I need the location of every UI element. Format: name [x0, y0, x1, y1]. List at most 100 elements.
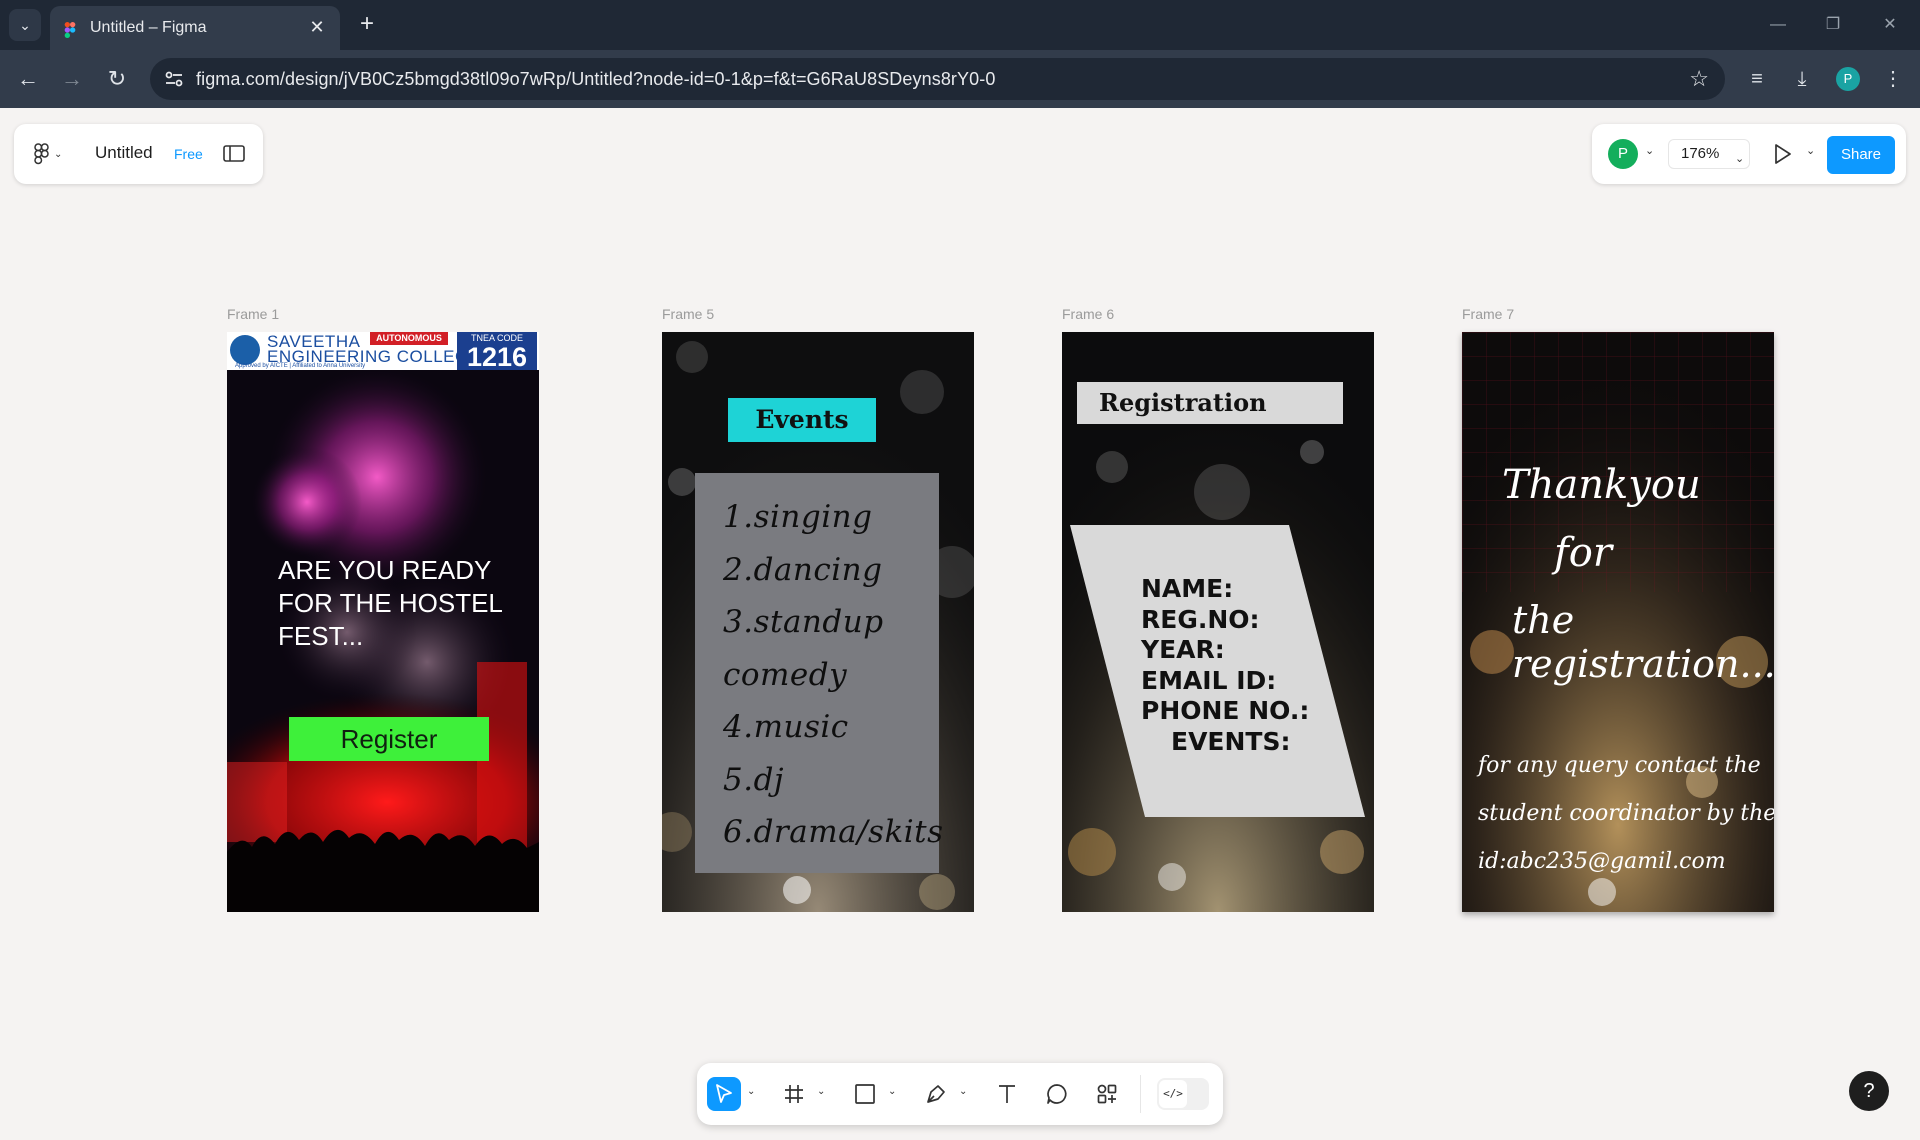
actions-tool-button[interactable]	[1090, 1077, 1124, 1111]
bookmark-star-icon[interactable]: ☆	[1689, 66, 1709, 92]
contact-line: id:abc235@gamil.com	[1478, 849, 1726, 874]
comment-bubble-icon	[1047, 1084, 1067, 1104]
chevron-down-icon[interactable]: ⌄	[959, 1086, 967, 1097]
back-arrow-icon[interactable]: ←	[12, 63, 44, 95]
new-tab-plus-icon[interactable]: +	[352, 10, 382, 40]
share-button[interactable]: Share	[1827, 136, 1895, 174]
comment-tool-button[interactable]	[1040, 1077, 1074, 1111]
event-item: 5.dj	[723, 761, 785, 798]
form-field-label: EVENTS:	[1171, 726, 1291, 756]
sidebar-toggle-icon[interactable]	[222, 143, 246, 165]
figma-main-menu[interactable]: ⌄	[34, 142, 74, 166]
browser-tab-bar: ⌄ Untitled – Figma ✕ + — ❐ ✕	[0, 0, 1920, 50]
cursor-arrow-icon	[716, 1084, 732, 1103]
contact-line: for any query contact the	[1478, 753, 1761, 778]
file-panel: ⌄ Untitled Free	[14, 124, 263, 184]
help-button[interactable]: ?	[1849, 1071, 1889, 1111]
move-tool-button[interactable]	[707, 1077, 741, 1111]
tnea-code: 1216	[466, 342, 528, 372]
events-list: 1.singing 2.dancing 3.standup comedy 4.m…	[723, 491, 944, 859]
tab-title: Untitled – Figma	[90, 19, 207, 36]
site-settings-icon[interactable]	[162, 67, 186, 91]
form-field-label: EMAIL ID:	[1141, 665, 1277, 695]
shape-tool-button[interactable]	[848, 1077, 882, 1111]
event-item: 3.standup	[723, 604, 884, 640]
components-grid-icon	[1097, 1084, 1117, 1104]
figma-favicon-icon	[64, 22, 76, 38]
frame-label[interactable]: Frame 5	[662, 306, 714, 322]
zoom-level: 176%	[1681, 145, 1720, 162]
headline-line: FOR THE HOSTEL	[278, 588, 503, 618]
frame-6-registration[interactable]: Registration NAME: REG.NO: YEAR: EMAIL I…	[1062, 332, 1374, 912]
close-tab-icon[interactable]: ✕	[306, 16, 328, 38]
event-item: 2.dancing	[723, 551, 883, 588]
frame-label[interactable]: Frame 6	[1062, 306, 1114, 322]
registration-title: Registration	[1077, 382, 1343, 424]
registration-fields: NAME: REG.NO: YEAR: EMAIL ID: PHONE NO.:…	[1141, 574, 1309, 757]
event-item: 1.singing	[723, 499, 873, 535]
thankyou-text: the registration....	[1512, 598, 1774, 686]
browser-profile-avatar[interactable]: P	[1836, 67, 1860, 91]
zoom-dropdown[interactable]: 176% ⌄	[1668, 139, 1750, 169]
pen-tool-button[interactable]	[919, 1077, 953, 1111]
poster-headline: ARE YOU READY FOR THE HOSTEL FEST...	[278, 554, 528, 653]
figma-canvas[interactable]: ⌄ Untitled Free P ⌄ 176% ⌄ ⌄ Share Frame…	[0, 108, 1920, 1140]
contact-text: for any query contact the student coordi…	[1478, 742, 1774, 886]
browser-tab[interactable]: Untitled – Figma ✕	[50, 6, 340, 50]
dev-mode-toggle[interactable]: </>	[1157, 1078, 1209, 1110]
frame-label[interactable]: Frame 1	[227, 306, 279, 322]
frame-tool-button[interactable]	[777, 1077, 811, 1111]
browser-menu-kebab-icon[interactable]: ⋮	[1877, 63, 1909, 95]
file-name[interactable]: Untitled	[95, 143, 153, 163]
events-list-card: 1.singing 2.dancing 3.standup comedy 4.m…	[695, 473, 943, 873]
frame-5-events[interactable]: Events 1.singing 2.dancing 3.standup com…	[662, 332, 974, 912]
user-avatar[interactable]: P	[1608, 139, 1638, 169]
code-brackets-icon: </>	[1159, 1080, 1187, 1108]
share-panel: P ⌄ 176% ⌄ ⌄ Share	[1592, 124, 1906, 184]
college-logo	[230, 335, 260, 365]
forward-arrow-icon[interactable]: →	[56, 63, 88, 95]
text-t-icon	[999, 1085, 1015, 1103]
present-play-icon[interactable]	[1770, 141, 1794, 167]
chevron-down-icon[interactable]: ⌄	[1645, 144, 1654, 157]
reading-list-icon[interactable]: ≡	[1741, 63, 1773, 95]
close-window-icon[interactable]: ✕	[1870, 10, 1910, 40]
headline-line: ARE YOU READY	[278, 555, 492, 585]
rectangle-icon	[855, 1084, 875, 1104]
chevron-down-icon[interactable]: ⌄	[817, 1086, 825, 1097]
headline-line: FEST...	[278, 621, 364, 651]
form-field-label: NAME:	[1141, 574, 1234, 603]
frame-1-poster[interactable]: SAVEETHA ENGINEERING COLLEGE Approved by…	[227, 332, 539, 912]
event-item: comedy	[723, 656, 848, 693]
chevron-down-icon[interactable]: ⌄	[888, 1086, 896, 1097]
minimize-window-icon[interactable]: —	[1758, 10, 1798, 40]
frame-hash-icon	[785, 1085, 803, 1103]
frame-7-thankyou[interactable]: Thankyou for the registration.... for an…	[1462, 332, 1774, 912]
chevron-down-icon: ⌄	[1735, 153, 1745, 165]
download-icon[interactable]: ⤓	[1786, 63, 1818, 95]
address-bar[interactable]: figma.com/design/jVB0Cz5bmgd38tl09o7wRp/…	[150, 58, 1725, 100]
restore-window-icon[interactable]: ❐	[1813, 10, 1853, 40]
college-affiliation: Approved by AICTE | Affiliated to Anna U…	[235, 363, 366, 369]
figma-logo-icon	[34, 143, 49, 165]
tnea-code-box: TNEA CODE 1216	[457, 332, 537, 372]
frame-label[interactable]: Frame 7	[1462, 306, 1514, 322]
events-title: Events	[728, 398, 876, 442]
url-text[interactable]: figma.com/design/jVB0Cz5bmgd38tl09o7wRp/…	[196, 69, 995, 90]
browser-toolbar: ← → ↻ figma.com/design/jVB0Cz5bmgd38tl09…	[0, 50, 1920, 108]
pen-nib-icon	[927, 1085, 945, 1103]
toolbar-divider	[1140, 1075, 1141, 1113]
reload-icon[interactable]: ↻	[101, 63, 133, 95]
chevron-down-icon: ⌄	[54, 148, 63, 160]
chevron-down-icon[interactable]: ⌄	[1806, 144, 1815, 157]
contact-line: student coordinator by the email	[1478, 801, 1774, 826]
thankyou-text: Thankyou	[1502, 462, 1701, 508]
event-item: 6.drama/skits	[723, 814, 944, 850]
text-tool-button[interactable]	[990, 1077, 1024, 1111]
tab-search-chevron-icon[interactable]: ⌄	[9, 9, 41, 41]
plan-badge[interactable]: Free	[174, 146, 203, 162]
register-button[interactable]: Register	[289, 717, 489, 761]
form-field-label: YEAR:	[1141, 635, 1225, 664]
chevron-down-icon[interactable]: ⌄	[747, 1086, 755, 1097]
college-header-banner: SAVEETHA ENGINEERING COLLEGE Approved by…	[227, 332, 539, 372]
